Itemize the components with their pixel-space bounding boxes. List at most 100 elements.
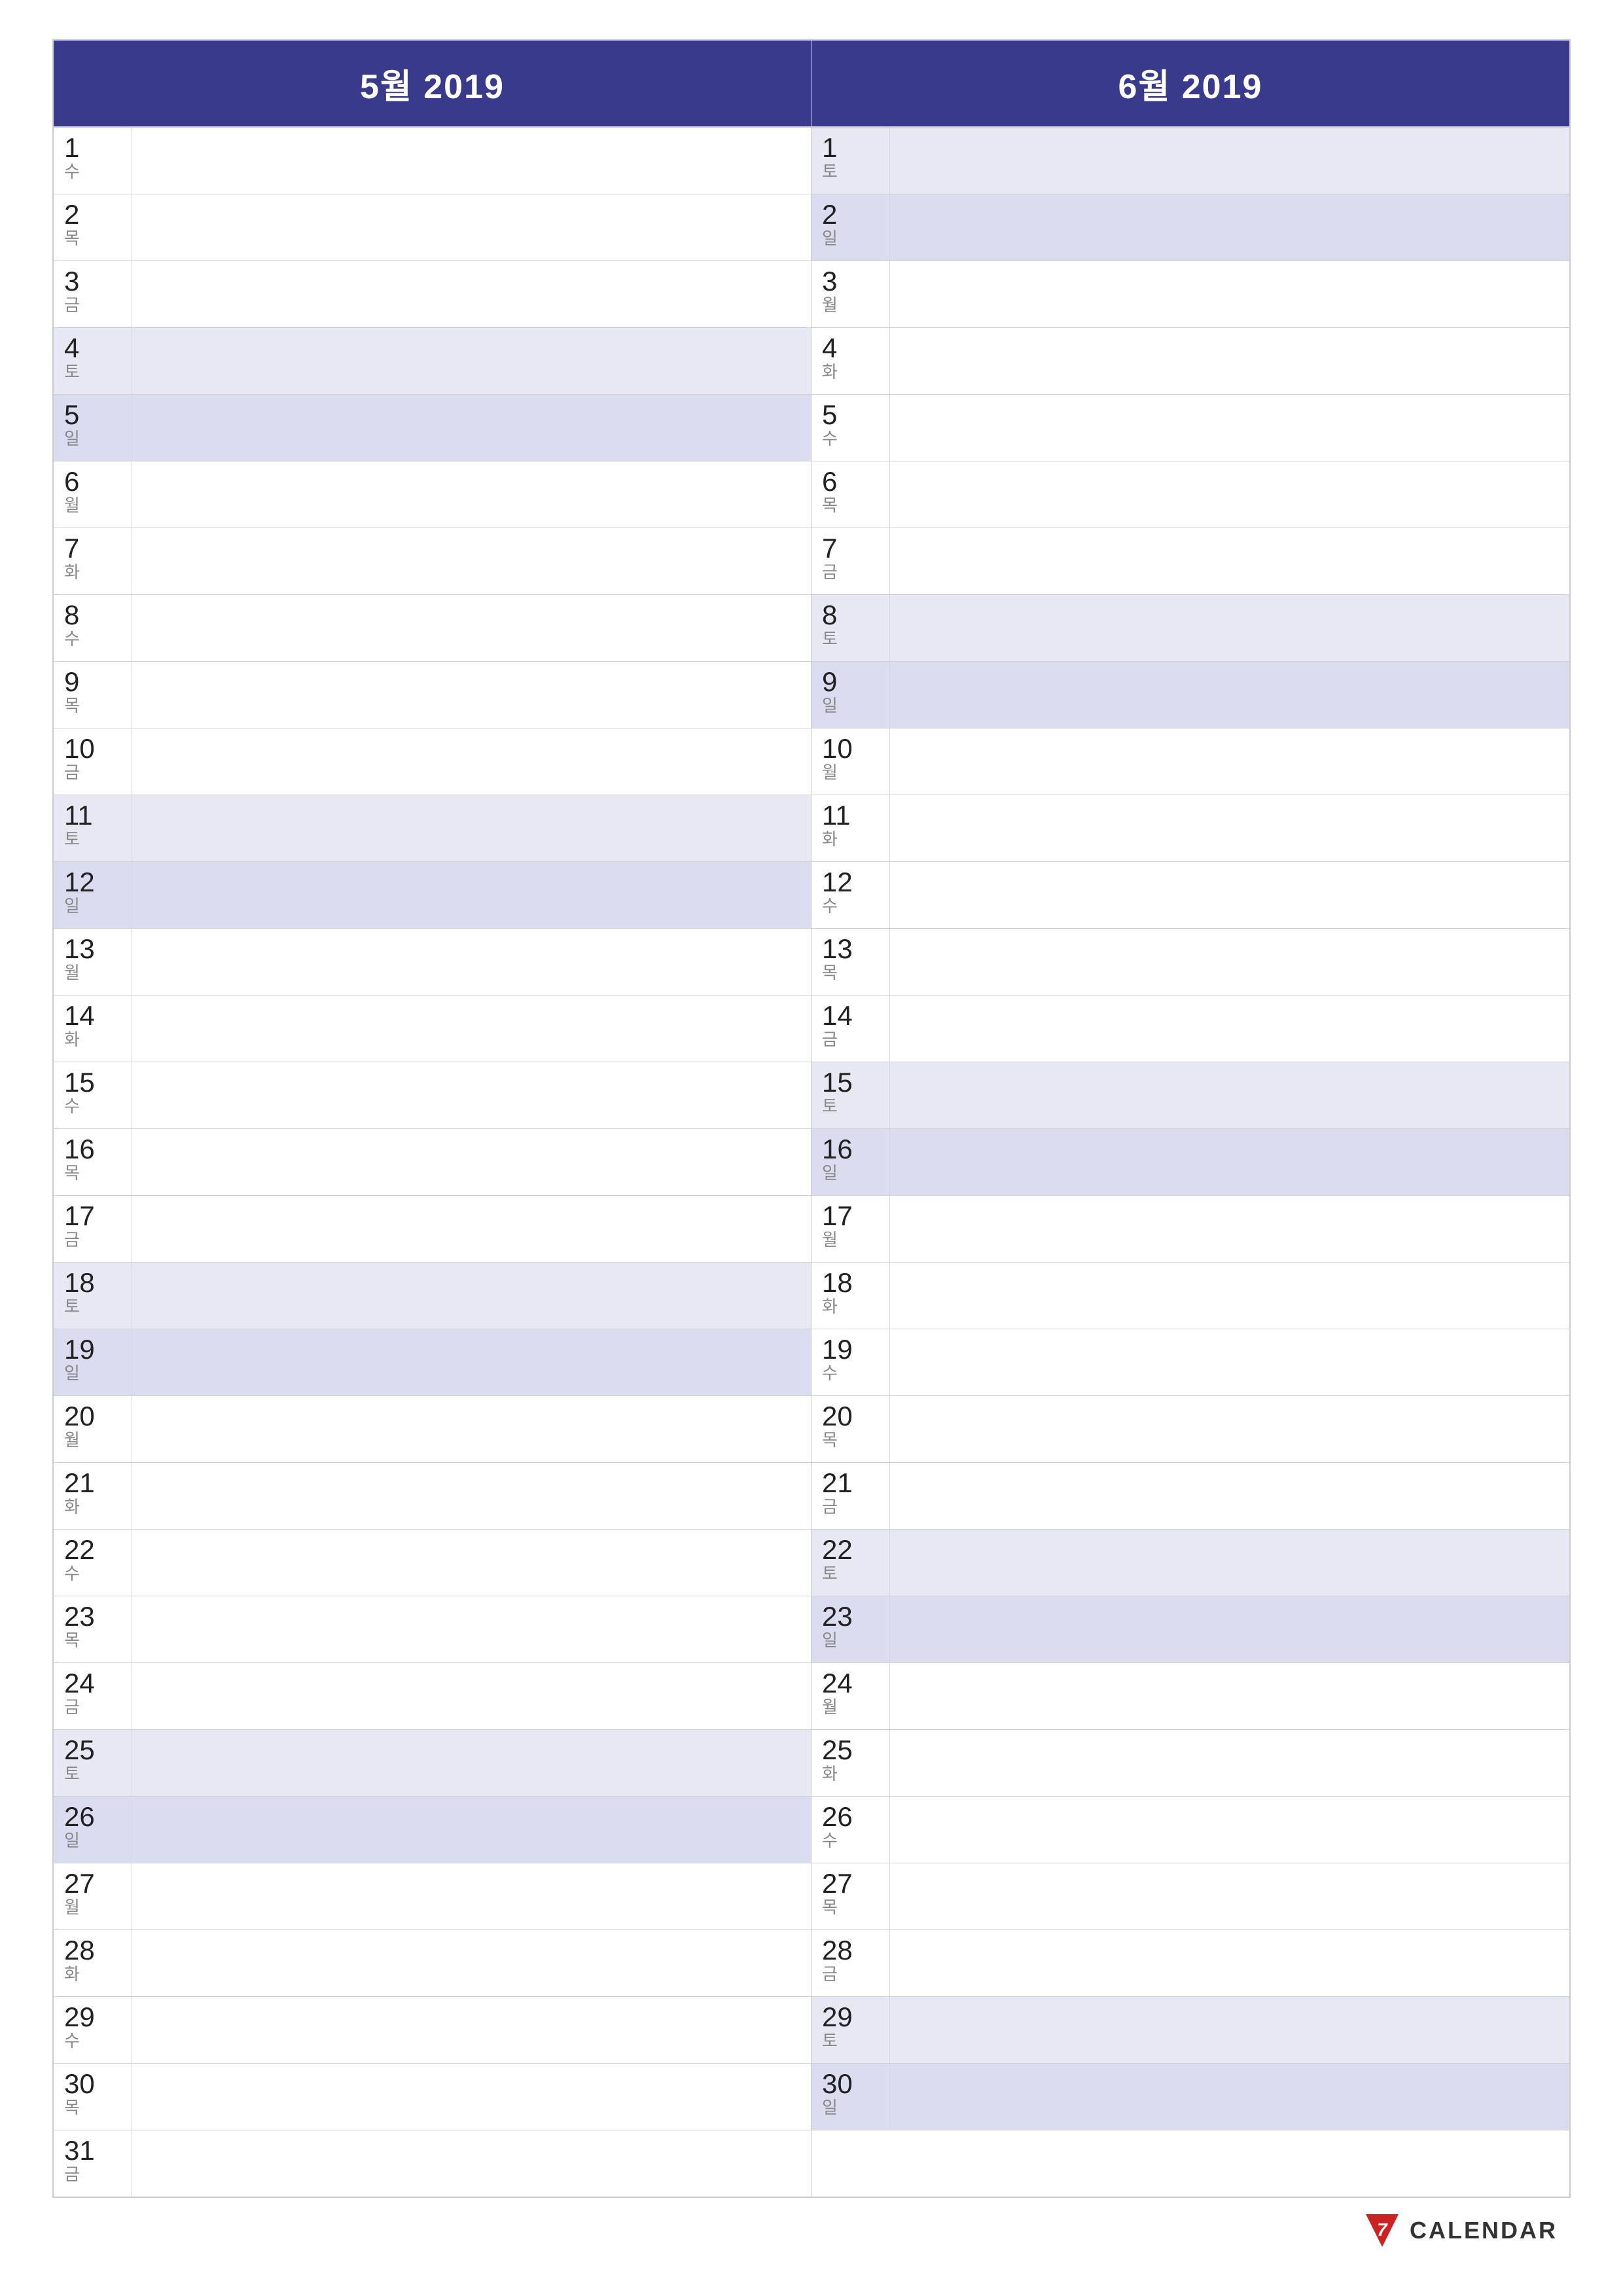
day-row-may-22: 22수 <box>54 1530 811 1596</box>
day-number-cell: 19일 <box>54 1329 132 1395</box>
day-name: 토 <box>822 1565 838 1582</box>
day-number-cell: 25토 <box>54 1730 132 1796</box>
day-row-may-17: 17금 <box>54 1196 811 1263</box>
day-row-june-17: 17월 <box>812 1196 1569 1263</box>
day-content <box>132 1596 811 1662</box>
day-num: 3 <box>64 268 79 295</box>
logo-text: CALENDAR <box>1410 2217 1558 2244</box>
day-number-cell: 26수 <box>812 1797 890 1863</box>
day-num: 21 <box>64 1469 95 1497</box>
day-number-cell: 17금 <box>54 1196 132 1262</box>
day-content <box>132 1997 811 2063</box>
day-num: 31 <box>64 2137 95 2164</box>
day-content <box>132 261 811 327</box>
day-number-cell: 20월 <box>54 1396 132 1462</box>
day-num: 18 <box>64 1269 95 1297</box>
day-num: 3 <box>822 268 837 295</box>
month-column-june: 6월 20191토2일3월4화5수6목7금8토9일10월11화12수13목14금… <box>812 41 1569 2197</box>
day-name: 일 <box>822 2099 838 2116</box>
day-row-june-15: 15토 <box>812 1062 1569 1129</box>
day-name: 목 <box>822 497 838 514</box>
day-name: 목 <box>64 697 80 714</box>
day-number-cell: 14화 <box>54 996 132 1062</box>
day-num: 24 <box>64 1670 95 1697</box>
day-content <box>890 1596 1569 1662</box>
day-number-cell: 18토 <box>54 1263 132 1329</box>
day-content <box>890 1463 1569 1529</box>
day-num: 10 <box>822 735 853 762</box>
day-row-may-26: 26일 <box>54 1797 811 1863</box>
day-number-cell: 3금 <box>54 261 132 327</box>
day-number-cell: 17월 <box>812 1196 890 1262</box>
day-row-may-21: 21화 <box>54 1463 811 1530</box>
day-num: 23 <box>64 1603 95 1630</box>
day-num: 30 <box>822 2070 853 2098</box>
day-number-cell: 10금 <box>54 728 132 795</box>
day-name: 일 <box>64 1832 80 1849</box>
day-number-cell: 18화 <box>812 1263 890 1329</box>
day-number-cell: 26일 <box>54 1797 132 1863</box>
day-num: 5 <box>64 401 79 429</box>
day-row-june-4: 4화 <box>812 328 1569 395</box>
day-name: 월 <box>822 1231 838 1248</box>
day-number-cell: 15수 <box>54 1062 132 1128</box>
day-row-june-5: 5수 <box>812 395 1569 461</box>
day-name: 일 <box>64 1365 80 1382</box>
day-content <box>132 662 811 728</box>
day-content <box>890 862 1569 928</box>
day-row-may-30: 30목 <box>54 2064 811 2130</box>
day-number-cell: 4토 <box>54 328 132 394</box>
day-row-june-9: 9일 <box>812 662 1569 728</box>
day-name: 월 <box>822 296 838 314</box>
day-num: 11 <box>822 802 851 829</box>
day-number-cell: 12일 <box>54 862 132 928</box>
day-number-cell: 2목 <box>54 194 132 260</box>
day-row-may-20: 20월 <box>54 1396 811 1463</box>
day-row-may-19: 19일 <box>54 1329 811 1396</box>
day-number-cell: 25화 <box>812 1730 890 1796</box>
day-name: 목 <box>822 1431 838 1448</box>
day-row-may-3: 3금 <box>54 261 811 328</box>
day-name: 월 <box>64 1431 80 1448</box>
day-row-june-30: 30일 <box>812 2064 1569 2130</box>
day-row-may-24: 24금 <box>54 1663 811 1730</box>
month-header-june: 6월 2019 <box>812 41 1569 128</box>
day-row-may-27: 27월 <box>54 1863 811 1930</box>
day-row-june-12: 12수 <box>812 862 1569 929</box>
day-name: 월 <box>64 497 80 514</box>
day-row-june-19: 19수 <box>812 1329 1569 1396</box>
day-number-cell: 8수 <box>54 595 132 661</box>
day-number-cell: 28금 <box>812 1930 890 1996</box>
day-num: 4 <box>64 334 79 362</box>
day-row-may-8: 8수 <box>54 595 811 662</box>
days-container-may: 1수2목3금4토5일6월7화8수9목10금11토12일13월14화15수16목1… <box>54 128 811 2197</box>
day-name: 목 <box>64 1164 80 1181</box>
day-content <box>890 1997 1569 2063</box>
day-name: 토 <box>64 1298 80 1315</box>
day-content <box>890 1196 1569 1262</box>
day-num: 1 <box>822 134 837 162</box>
day-name: 화 <box>64 1031 80 1048</box>
day-num: 6 <box>64 468 79 495</box>
logo-icon: 7 <box>1363 2211 1402 2250</box>
day-row-may-16: 16목 <box>54 1129 811 1196</box>
day-content <box>132 2064 811 2130</box>
day-number-cell: 6목 <box>812 461 890 528</box>
day-num: 21 <box>822 1469 853 1497</box>
day-content <box>890 728 1569 795</box>
day-name: 금 <box>822 1031 838 1048</box>
day-name: 금 <box>822 564 838 581</box>
day-name: 수 <box>822 430 838 447</box>
day-number-cell: 2일 <box>812 194 890 260</box>
day-number-cell: 10월 <box>812 728 890 795</box>
day-number-cell: 13월 <box>54 929 132 995</box>
day-num: 7 <box>64 535 79 562</box>
day-row-may-1: 1수 <box>54 128 811 194</box>
day-content <box>132 328 811 394</box>
day-content <box>890 1663 1569 1729</box>
day-content <box>132 1797 811 1863</box>
day-content <box>890 1797 1569 1863</box>
day-num: 14 <box>64 1002 95 1030</box>
day-num: 9 <box>822 668 837 696</box>
day-content <box>132 929 811 995</box>
